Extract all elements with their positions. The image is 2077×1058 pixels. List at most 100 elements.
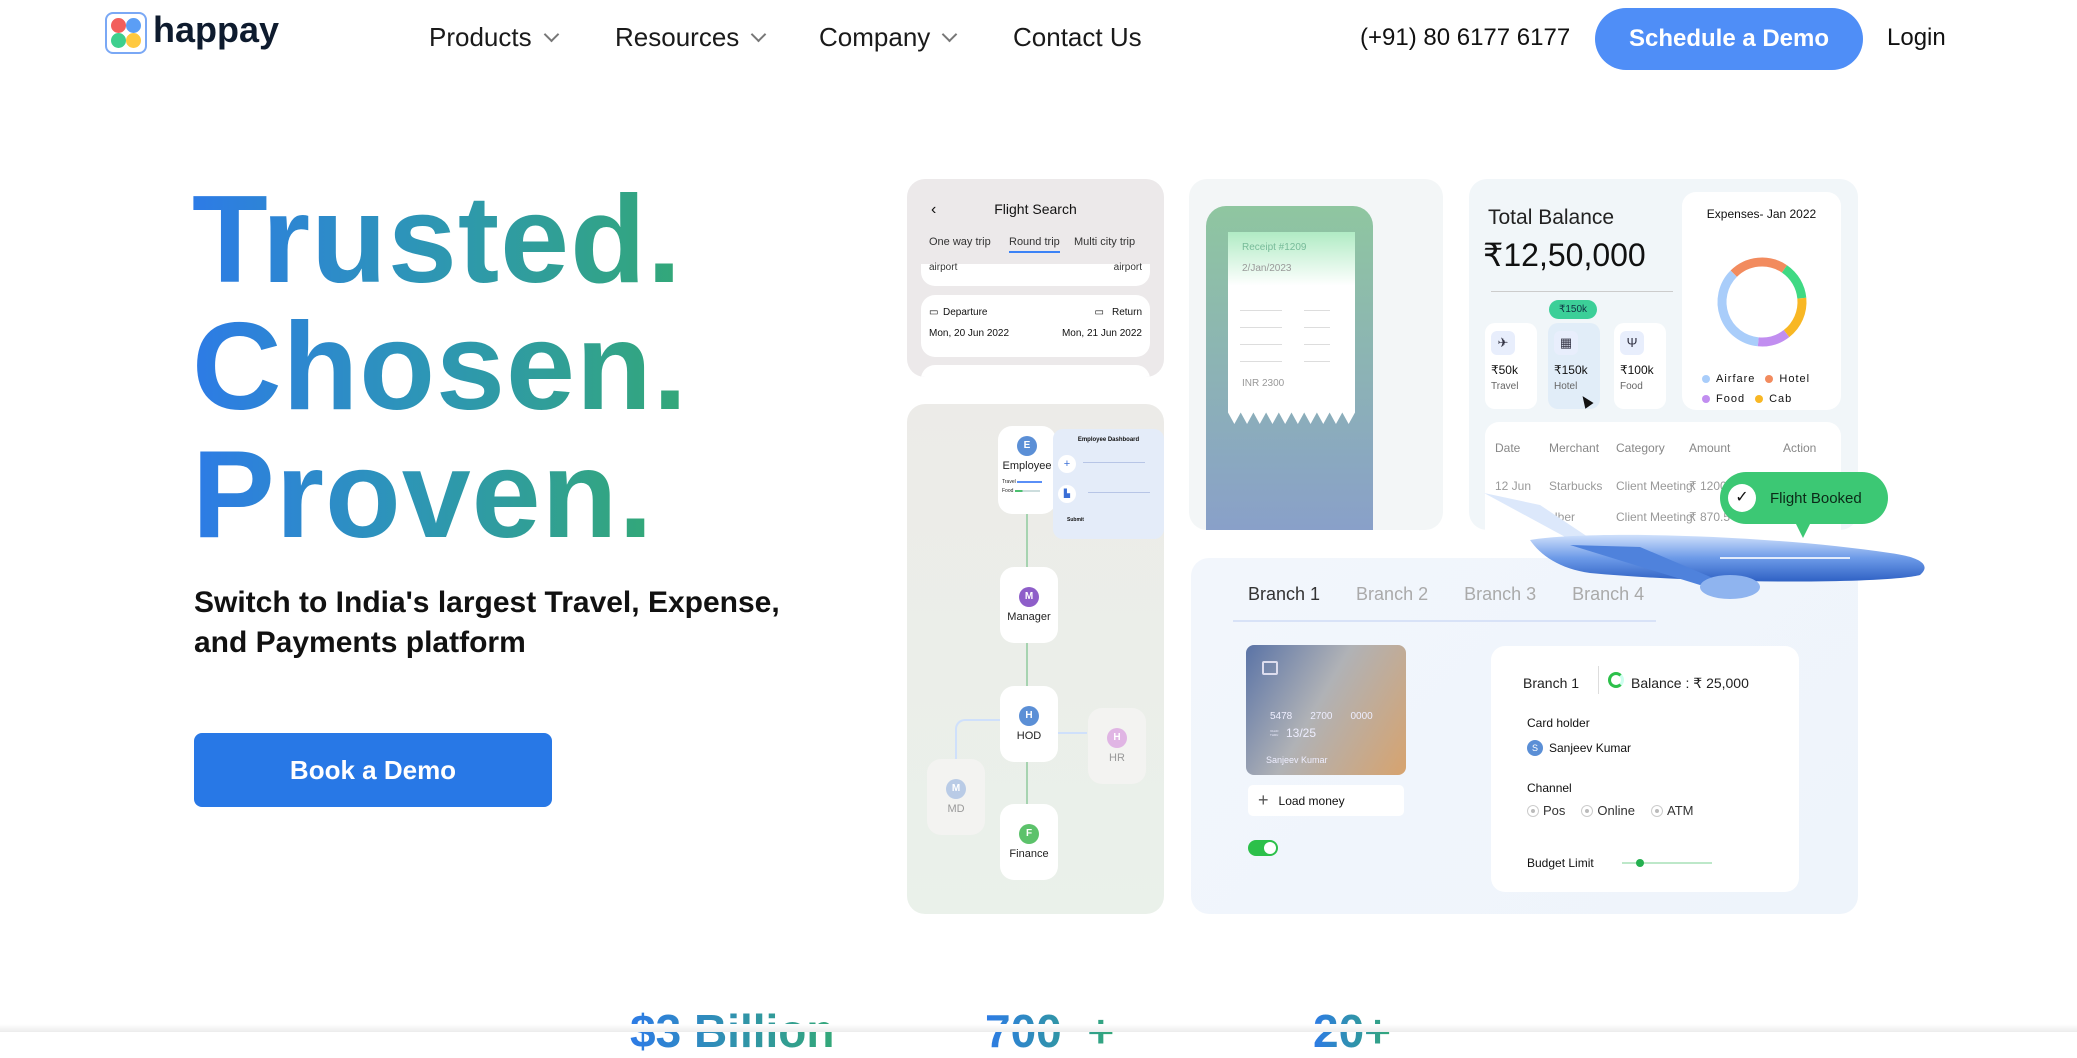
approval-node-md[interactable]: M MD	[927, 759, 985, 835]
hover-badge: ₹150k	[1549, 300, 1597, 319]
add-icon[interactable]: +	[1058, 455, 1076, 473]
airport-to: airport	[1113, 262, 1142, 273]
trip-tab-round[interactable]: Round trip	[1009, 236, 1060, 253]
avatar: E	[1017, 436, 1037, 456]
tile-value: ₹100k	[1620, 363, 1654, 377]
approval-node-hod[interactable]: H HOD	[1000, 686, 1058, 762]
nav-contact-us[interactable]: Contact Us	[1013, 22, 1142, 53]
channel-radio[interactable]: Pos	[1527, 803, 1565, 818]
slider-thumb[interactable]	[1636, 859, 1644, 867]
table-header: Date	[1495, 441, 1521, 455]
branch-tab[interactable]: Branch 2	[1356, 584, 1428, 605]
tile-label: Food	[1620, 381, 1643, 392]
dates-panel[interactable]: ▭ Departure Mon, 20 Jun 2022 ▭ Return Mo…	[921, 295, 1150, 357]
avatar: H	[1107, 728, 1127, 748]
expense-tile-hotel[interactable]: ▦ ₹150k Hotel	[1548, 323, 1600, 409]
avatar: H	[1019, 706, 1039, 726]
tile-label: Hotel	[1554, 381, 1578, 392]
approval-node-finance[interactable]: F Finance	[1000, 804, 1058, 880]
channel-label: Channel	[1527, 781, 1572, 795]
donut-segment	[1730, 257, 1788, 278]
login-link[interactable]: Login	[1887, 24, 1946, 52]
legend-item: Food	[1702, 389, 1745, 409]
flight-booked-toast: ✓ Flight Booked	[1720, 472, 1888, 538]
approval-node-manager[interactable]: M Manager	[1000, 567, 1058, 643]
departure-label: Departure	[943, 307, 988, 318]
nav-products[interactable]: Products	[429, 22, 559, 53]
tile-label: Travel	[1491, 381, 1519, 392]
hotel-icon: ▦	[1554, 331, 1578, 355]
legend-item: Airfare	[1702, 369, 1755, 389]
receipt-paper: Receipt #1209 2/Jan/2023 INR 2300	[1228, 232, 1355, 424]
budget-limit-slider[interactable]	[1622, 859, 1712, 867]
nav-label: Resources	[615, 22, 740, 52]
node-label: HOD	[1016, 730, 1042, 742]
avatar: M	[946, 779, 966, 799]
trip-tab-multi-city[interactable]: Multi city trip	[1074, 236, 1135, 248]
channel-radio[interactable]: Online	[1581, 803, 1635, 818]
channel-radio[interactable]: ATM	[1650, 803, 1693, 818]
schedule-demo-button[interactable]: Schedule a Demo	[1595, 8, 1863, 70]
payment-card[interactable]: 5478 2700 0000 VALID THRU 13/25 Sanjeev Kum…	[1246, 645, 1406, 775]
chip-icon	[1262, 661, 1278, 675]
nav-label: Company	[819, 22, 931, 52]
expenses-chart-panel: Expenses- Jan 2022 Airfare Hotel Food Cab	[1682, 192, 1841, 410]
logo[interactable]: happay	[105, 9, 279, 54]
branch-balance: ₹ 25,000	[1693, 675, 1749, 691]
table-header: Action	[1783, 441, 1817, 455]
load-money-button[interactable]: + Load money	[1248, 785, 1404, 816]
budget-limit-label: Budget Limit	[1527, 856, 1594, 870]
check-icon: ✓	[1728, 484, 1756, 512]
balance-label: Balance :	[1631, 675, 1690, 691]
departure-date: Mon, 20 Jun 2022	[929, 328, 1010, 339]
valid-thru-label: VALID THRU	[1270, 729, 1279, 737]
return-date: Mon, 21 Jun 2022	[1061, 328, 1142, 339]
book-demo-button[interactable]: Book a Demo	[194, 733, 552, 807]
branch-tab[interactable]: Branch 1	[1248, 584, 1320, 605]
subtitle-line: and Payments platform	[194, 626, 526, 659]
table-header: Category	[1616, 441, 1665, 455]
avatar: S	[1527, 740, 1543, 756]
phone-link[interactable]: (+91) 80 6177 6177	[1360, 24, 1570, 52]
card-number-part: 0000	[1350, 711, 1373, 722]
receipt-card: Receipt #1209 2/Jan/2023 INR 2300	[1189, 179, 1443, 530]
legend-item: Cab	[1755, 389, 1792, 409]
card-expiry: 13/25	[1286, 726, 1317, 740]
expense-tile-food[interactable]: Ψ ₹100k Food	[1614, 323, 1666, 409]
hero-title-line: Trusted.	[192, 171, 683, 309]
nav-label: Contact Us	[1013, 22, 1142, 52]
food-bar: Food	[1002, 487, 1052, 496]
chevron-down-icon	[543, 26, 559, 43]
tile-value: ₹50k	[1491, 363, 1518, 377]
chevron-down-icon	[942, 26, 958, 43]
card-toggle[interactable]	[1248, 840, 1278, 856]
subtitle-line: Switch to India's largest Travel, Expens…	[194, 586, 780, 619]
receipt-amount: INR 2300	[1242, 378, 1285, 389]
nav-label: Products	[429, 22, 532, 52]
chevron-down-icon	[751, 26, 767, 43]
node-label: Employee	[1002, 460, 1052, 472]
hero-title-line: Chosen.	[192, 298, 689, 436]
nav-resources[interactable]: Resources	[615, 22, 767, 53]
node-label: Finance	[1009, 848, 1049, 860]
receipt-date: 2/Jan/2023	[1242, 263, 1292, 274]
card-holder-label: Card holder	[1527, 716, 1590, 730]
approval-node-hr[interactable]: H HR	[1088, 708, 1146, 784]
hero-subtitle: Switch to India's largest Travel, Expens…	[194, 583, 780, 663]
plus-icon: +	[1258, 790, 1269, 810]
food-icon: Ψ	[1620, 331, 1644, 355]
load-money-label: Load money	[1278, 793, 1345, 808]
nav-company[interactable]: Company	[819, 22, 958, 53]
expense-tile-travel[interactable]: ✈ ₹50k Travel	[1485, 323, 1537, 409]
card-holder-value: Sanjeev Kumar	[1549, 741, 1632, 755]
branch-card: Branch 1 Branch 2 Branch 3 Branch 4 5478 270…	[1191, 558, 1858, 914]
hero-title-line: Proven.	[192, 426, 654, 564]
donut-segment	[1781, 265, 1807, 299]
submit-button[interactable]: Submit	[1067, 517, 1084, 523]
trip-tab-one-way[interactable]: One way trip	[929, 236, 991, 248]
return-label: Return	[1111, 307, 1142, 318]
approval-node-employee[interactable]: E Employee Travel Food	[998, 426, 1056, 514]
branch-detail-panel: Branch 1 Balance : ₹ 25,000 Card holder …	[1491, 646, 1799, 892]
travel-bar: Travel	[1002, 478, 1052, 487]
expenses-title: Expenses- Jan 2022	[1706, 207, 1817, 221]
